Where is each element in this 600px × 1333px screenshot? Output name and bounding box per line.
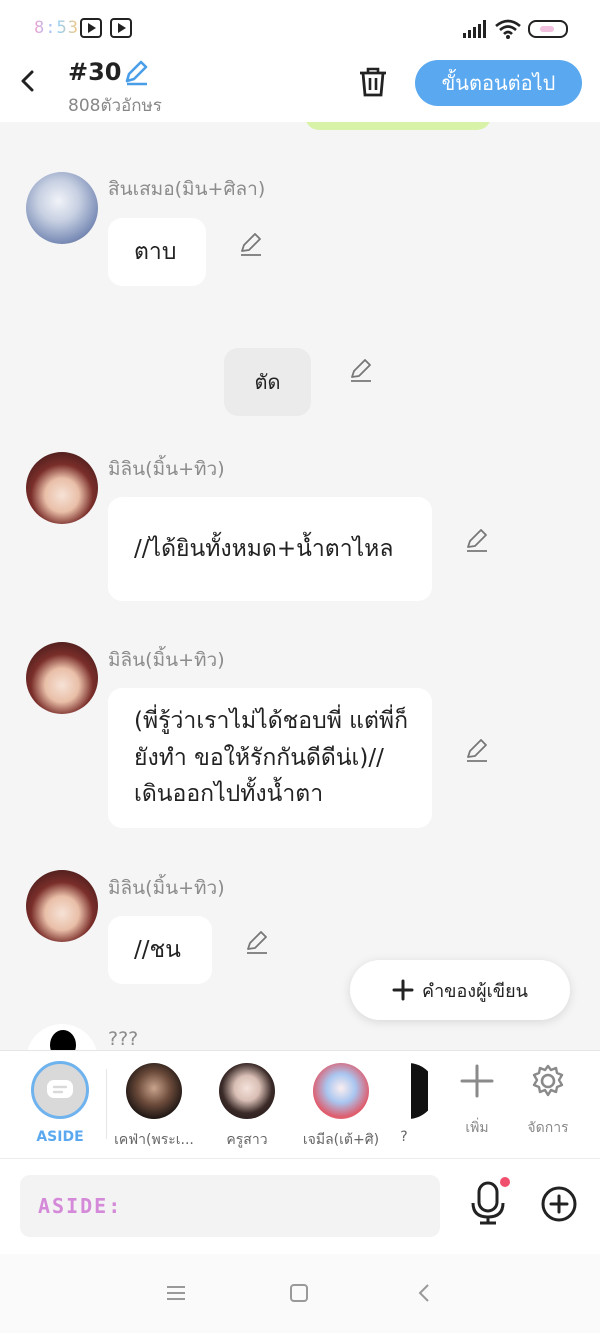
avatar [219, 1063, 275, 1119]
author-note-button[interactable]: คำของผู้เขียน [350, 960, 570, 1020]
character-item[interactable]: ? [380, 1061, 428, 1145]
play-app-icon [110, 18, 132, 38]
plus-icon [460, 1064, 494, 1098]
previous-bubble-edge [305, 122, 491, 130]
message-bubble[interactable]: (พี่รู้ว่าเราไม่ได้ชอบพี่ แต่พี่ก็ยังทำ … [108, 688, 432, 828]
edit-pencil-icon[interactable] [348, 358, 374, 384]
character-item[interactable]: เจมีล(เต้+ศิ) [296, 1061, 386, 1151]
status-bar: 8:53 [0, 0, 600, 56]
signal-icon [463, 20, 487, 38]
character-aside[interactable]: ASIDE [15, 1061, 105, 1145]
character-item[interactable]: ครูสาว [202, 1061, 292, 1151]
character-label: เคฟ่า(พระเ... [114, 1132, 194, 1148]
back-icon[interactable] [416, 1282, 432, 1304]
avatar[interactable] [26, 642, 98, 714]
divider [106, 1069, 107, 1139]
status-time: 8:53 [34, 18, 79, 38]
message-bubble[interactable]: ตาบ [108, 218, 206, 286]
story-chat-area[interactable]: สินเสมอ(มิน+ศิลา) ตาบ ตัด มิลิน(มิ้น+ทิว… [0, 122, 600, 1050]
message-sender-name: มิลิน(มิ้น+ทิว) [108, 458, 225, 480]
microphone-icon[interactable] [470, 1181, 506, 1225]
avatar[interactable] [26, 870, 98, 942]
play-app-icon [80, 18, 102, 38]
avatar [380, 1063, 428, 1119]
menu-icon[interactable] [165, 1284, 187, 1302]
avatar[interactable] [26, 172, 98, 244]
avatar [126, 1063, 182, 1119]
episode-title: #30 [68, 58, 122, 86]
next-step-button[interactable]: ขั้นตอนต่อไป [415, 60, 582, 106]
character-item[interactable]: เคฟ่า(พระเ... [109, 1061, 199, 1151]
composer [0, 1158, 600, 1254]
edit-pencil-icon[interactable] [238, 232, 264, 258]
add-circle-icon[interactable] [540, 1185, 578, 1223]
edit-pencil-icon[interactable] [464, 738, 490, 764]
character-label: เจมีล(เต้+ศิ) [302, 1132, 380, 1148]
delete-icon[interactable] [358, 66, 388, 98]
manage-characters-button[interactable]: จัดการ [518, 1063, 578, 1139]
message-sender-name: มิลิน(มิ้น+ทิว) [108, 877, 225, 899]
character-label: ? [400, 1129, 408, 1145]
avatar[interactable] [26, 452, 98, 524]
message-sender-name: ??? [108, 1028, 139, 1050]
message-sender-name: สินเสมอ(มิน+ศิลา) [108, 178, 266, 200]
avatar [313, 1063, 369, 1119]
editor-header: #30 808ตัวอักษร ขั้นตอนต่อไป [0, 56, 600, 122]
narration-bubble[interactable]: ตัด [224, 348, 311, 416]
avatar[interactable] [26, 1024, 98, 1050]
manage-label: จัดการ [527, 1120, 569, 1136]
message-text: //ชน [134, 936, 181, 963]
add-character-button[interactable]: เพิ่ม [447, 1063, 507, 1139]
author-note-label: คำของผู้เขียน [422, 980, 528, 1002]
edit-title-icon[interactable] [122, 58, 150, 86]
wifi-icon [495, 19, 521, 39]
add-label: เพิ่ม [465, 1120, 489, 1136]
battery-icon [528, 20, 568, 38]
edit-pencil-icon[interactable] [464, 528, 490, 554]
home-icon[interactable] [289, 1283, 309, 1303]
plus-icon [392, 979, 414, 1001]
message-text: ตาบ [134, 238, 177, 265]
character-label: ครูสาว [226, 1132, 268, 1148]
character-label: ASIDE [36, 1129, 84, 1145]
character-count: 808ตัวอักษร [68, 96, 162, 116]
message-input-box[interactable] [20, 1175, 440, 1237]
system-nav-bar [0, 1254, 600, 1333]
message-bubble[interactable]: //ได้ยินทั้งหมด+น้ำตาไหล [108, 497, 432, 601]
aside-avatar [31, 1061, 89, 1119]
aside-chat-icon [47, 1080, 73, 1098]
gear-icon [532, 1064, 564, 1097]
message-text: (พี่รู้ว่าเราไม่ได้ชอบพี่ แต่พี่ก็ยังทำ … [134, 707, 409, 808]
message-text: //ได้ยินทั้งหมด+น้ำตาไหล [134, 535, 394, 562]
notification-dot [500, 1177, 510, 1187]
narration-text: ตัด [254, 370, 281, 394]
message-bubble[interactable]: //ชน [108, 916, 212, 984]
back-arrow-icon[interactable] [14, 66, 44, 96]
character-selector: ASIDE เคฟ่า(พระเ... ครูสาว เจมีล(เต้+ศิ)… [0, 1050, 600, 1158]
edit-pencil-icon[interactable] [244, 930, 270, 956]
message-sender-name: มิลิน(มิ้น+ทิว) [108, 649, 225, 671]
message-input[interactable] [38, 1175, 428, 1237]
